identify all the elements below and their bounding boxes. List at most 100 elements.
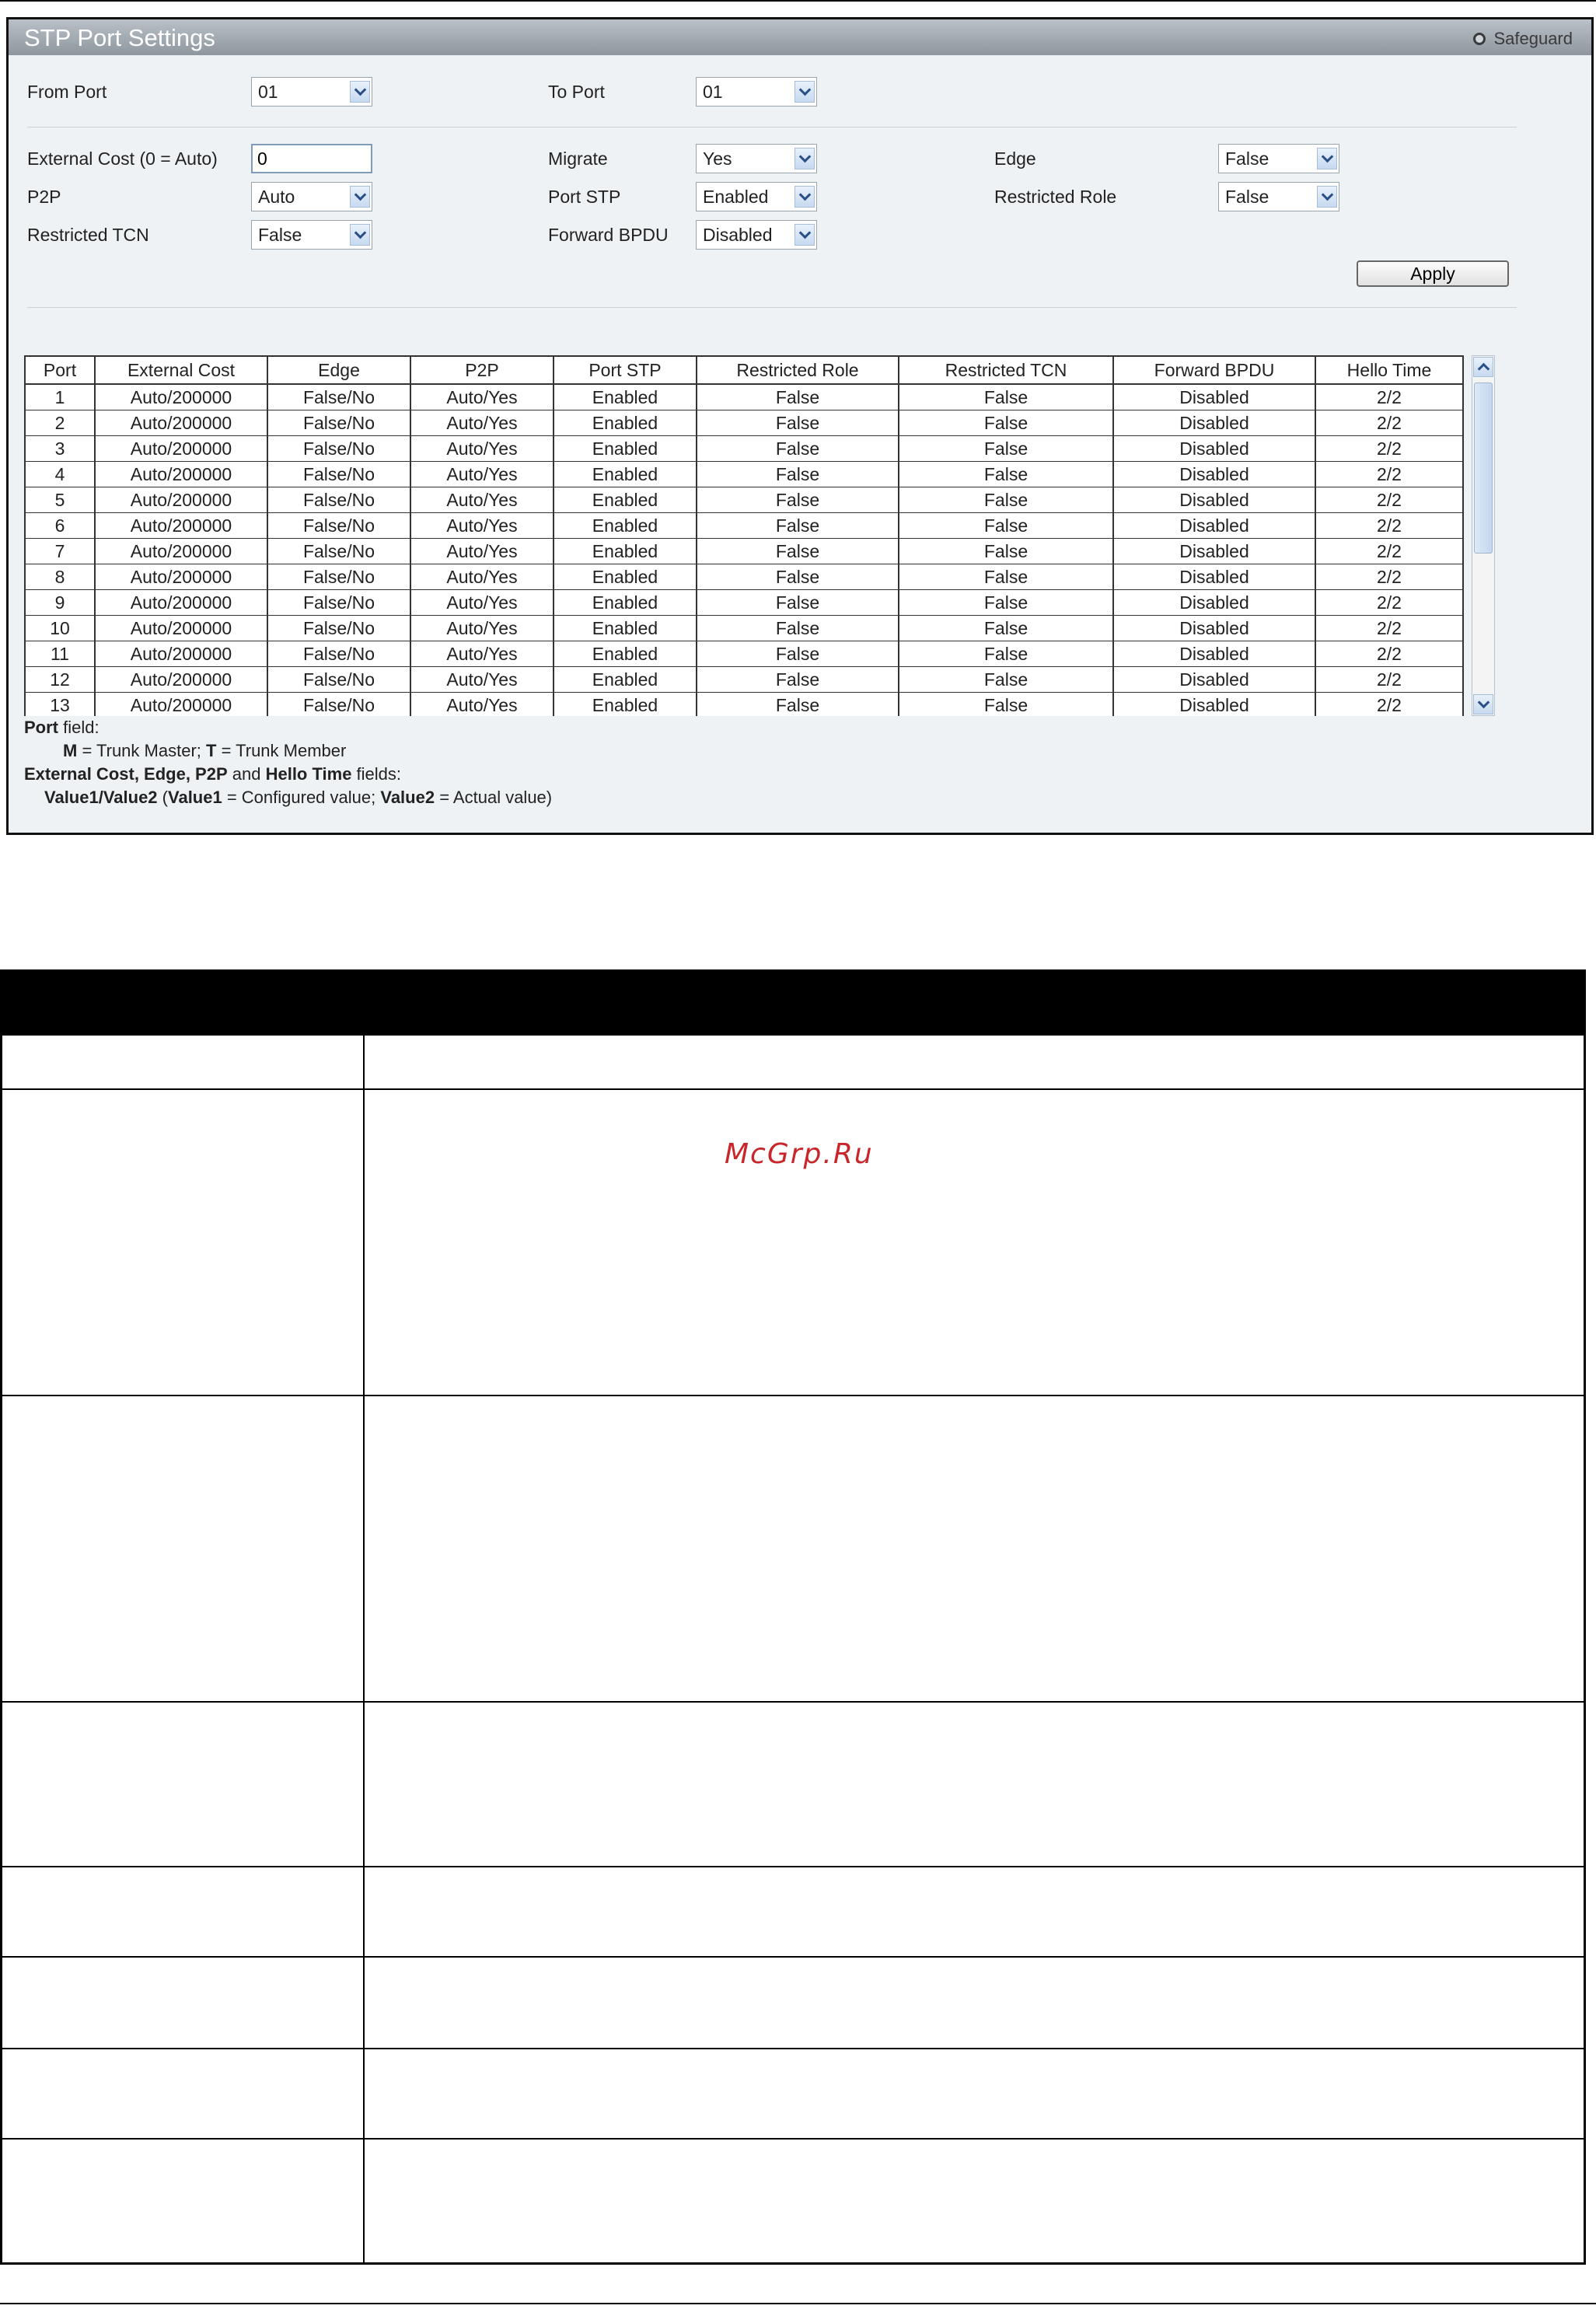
- legend-trunk: M = Trunk Master; T = Trunk Member: [63, 741, 347, 760]
- table-cell: False: [898, 435, 1114, 462]
- table-cell: Auto/Yes: [410, 384, 554, 410]
- chevron-down-icon[interactable]: [795, 224, 815, 246]
- table-cell: False: [696, 641, 899, 667]
- table-cell: Disabled: [1112, 487, 1316, 513]
- chevron-down-icon[interactable]: [350, 186, 370, 208]
- migrate-select[interactable]: Yes: [696, 144, 817, 173]
- table-row[interactable]: 8 Auto/200000 False/No Auto/Yes Enabled False…: [24, 564, 1464, 590]
- watermark-text: McGrp.Ru: [725, 1138, 874, 1170]
- table-cell: False: [898, 384, 1114, 410]
- table-cell: Auto/200000: [94, 512, 268, 539]
- table-cell: False: [696, 666, 899, 693]
- table-cell: False: [696, 564, 899, 590]
- table-cell: Disabled: [1112, 589, 1316, 616]
- port-stp-select[interactable]: Enabled: [696, 182, 817, 211]
- column-header-external-cost: External Cost: [94, 355, 268, 385]
- forward-bpdu-select[interactable]: Disabled: [696, 220, 817, 250]
- from-port-value: 01: [258, 82, 278, 102]
- table-cell: False/No: [267, 512, 411, 539]
- divider: [27, 307, 1517, 308]
- table-cell: Auto/Yes: [410, 538, 554, 564]
- table-cell: False: [696, 692, 899, 716]
- table-cell: 2/2: [1315, 435, 1464, 462]
- edge-select[interactable]: False: [1218, 144, 1339, 173]
- port-table-viewport: Port External Cost Edge P2P Port STP Res…: [24, 355, 1472, 716]
- chevron-down-icon[interactable]: [350, 224, 370, 246]
- table-cell: Auto/Yes: [410, 487, 554, 513]
- chevron-down-icon[interactable]: [795, 81, 815, 103]
- table-cell: Disabled: [1112, 435, 1316, 462]
- table-row[interactable]: 3 Auto/200000 False/No Auto/Yes Enabled False…: [24, 435, 1464, 462]
- table-cell: Enabled: [553, 615, 697, 641]
- restricted-tcn-label: Restricted TCN: [27, 225, 149, 245]
- description-row: [2, 1866, 1584, 1956]
- table-scrollbar[interactable]: [1472, 355, 1495, 716]
- restricted-tcn-select[interactable]: False: [251, 220, 372, 250]
- chevron-down-icon[interactable]: [795, 186, 815, 208]
- table-row[interactable]: 6 Auto/200000 False/No Auto/Yes Enabled False…: [24, 512, 1464, 539]
- table-cell: False: [898, 666, 1114, 693]
- table-cell: Auto/200000: [94, 589, 268, 616]
- table-row[interactable]: 12 Auto/200000 False/No Auto/Yes Enabled Fals…: [24, 666, 1464, 693]
- table-row[interactable]: 13 Auto/200000 False/No Auto/Yes Enabled Fals…: [24, 692, 1464, 716]
- safeguard-label: Safeguard: [1493, 29, 1573, 48]
- table-row[interactable]: 9 Auto/200000 False/No Auto/Yes Enabled False…: [24, 589, 1464, 616]
- external-cost-input[interactable]: 0: [251, 144, 372, 173]
- column-header-p2p: P2P: [410, 355, 554, 385]
- table-cell: False: [898, 461, 1114, 487]
- apply-button[interactable]: Apply: [1357, 260, 1509, 287]
- table-cell: False: [696, 589, 899, 616]
- scroll-down-arrow-icon[interactable]: [1473, 694, 1493, 714]
- table-row[interactable]: 5 Auto/200000 False/No Auto/Yes Enabled False…: [24, 487, 1464, 513]
- restricted-role-select[interactable]: False: [1218, 182, 1339, 211]
- table-cell: Enabled: [553, 435, 697, 462]
- table-row[interactable]: 2 Auto/200000 False/No Auto/Yes Enabled False…: [24, 410, 1464, 436]
- stp-port-settings-panel: STP Port Settings Safeguard From Port 01…: [6, 17, 1594, 835]
- table-row[interactable]: 11 Auto/200000 False/No Auto/Yes Enabled Fals…: [24, 641, 1464, 667]
- port-stp-value: Enabled: [703, 187, 769, 207]
- table-row[interactable]: 4 Auto/200000 False/No Auto/Yes Enabled False…: [24, 461, 1464, 487]
- column-header-forward-bpdu: Forward BPDU: [1112, 355, 1316, 385]
- forward-bpdu-label: Forward BPDU: [548, 225, 669, 245]
- table-cell: False/No: [267, 461, 411, 487]
- table-cell: Auto/200000: [94, 487, 268, 513]
- table-header-row: Port External Cost Edge P2P Port STP Res…: [24, 355, 1464, 385]
- table-cell: False/No: [267, 435, 411, 462]
- external-cost-label: External Cost (0 = Auto): [27, 148, 218, 169]
- column-header-edge: Edge: [267, 355, 411, 385]
- column-header-restricted-role: Restricted Role: [696, 355, 899, 385]
- to-port-select[interactable]: 01: [696, 77, 817, 107]
- from-port-select[interactable]: 01: [251, 77, 372, 107]
- table-cell: 2/2: [1315, 589, 1464, 616]
- table-cell: Auto/Yes: [410, 461, 554, 487]
- table-cell: Auto/200000: [94, 410, 268, 436]
- table-row[interactable]: 1 Auto/200000 False/No Auto/Yes Enabled False…: [24, 384, 1464, 410]
- scroll-up-arrow-icon[interactable]: [1473, 357, 1493, 377]
- table-row[interactable]: 10 Auto/200000 False/No Auto/Yes Enabled Fals…: [24, 615, 1464, 641]
- table-cell: Disabled: [1112, 692, 1316, 716]
- p2p-select[interactable]: Auto: [251, 182, 372, 211]
- table-cell: False: [696, 461, 899, 487]
- safeguard-indicator[interactable]: Safeguard: [1473, 29, 1573, 49]
- panel-title: STP Port Settings: [24, 24, 215, 51]
- table-cell: Enabled: [553, 538, 697, 564]
- restricted-tcn-value: False: [258, 225, 302, 245]
- table-cell: Auto/200000: [94, 564, 268, 590]
- chevron-down-icon[interactable]: [795, 148, 815, 169]
- table-cell: False: [696, 384, 899, 410]
- chevron-down-icon[interactable]: [1317, 148, 1337, 169]
- table-cell: Disabled: [1112, 410, 1316, 436]
- table-cell: Auto/200000: [94, 384, 268, 410]
- table-cell: 12: [24, 666, 96, 693]
- table-cell: False: [696, 538, 899, 564]
- table-cell: 4: [24, 461, 96, 487]
- table-cell: Disabled: [1112, 666, 1316, 693]
- table-cell: False/No: [267, 666, 411, 693]
- migrate-value: Yes: [703, 148, 732, 169]
- scrollbar-thumb[interactable]: [1474, 383, 1493, 554]
- migrate-label: Migrate: [548, 148, 608, 169]
- chevron-down-icon[interactable]: [1317, 186, 1337, 208]
- table-row[interactable]: 7 Auto/200000 False/No Auto/Yes Enabled False…: [24, 538, 1464, 564]
- table-cell: Auto/Yes: [410, 512, 554, 539]
- chevron-down-icon[interactable]: [350, 81, 370, 103]
